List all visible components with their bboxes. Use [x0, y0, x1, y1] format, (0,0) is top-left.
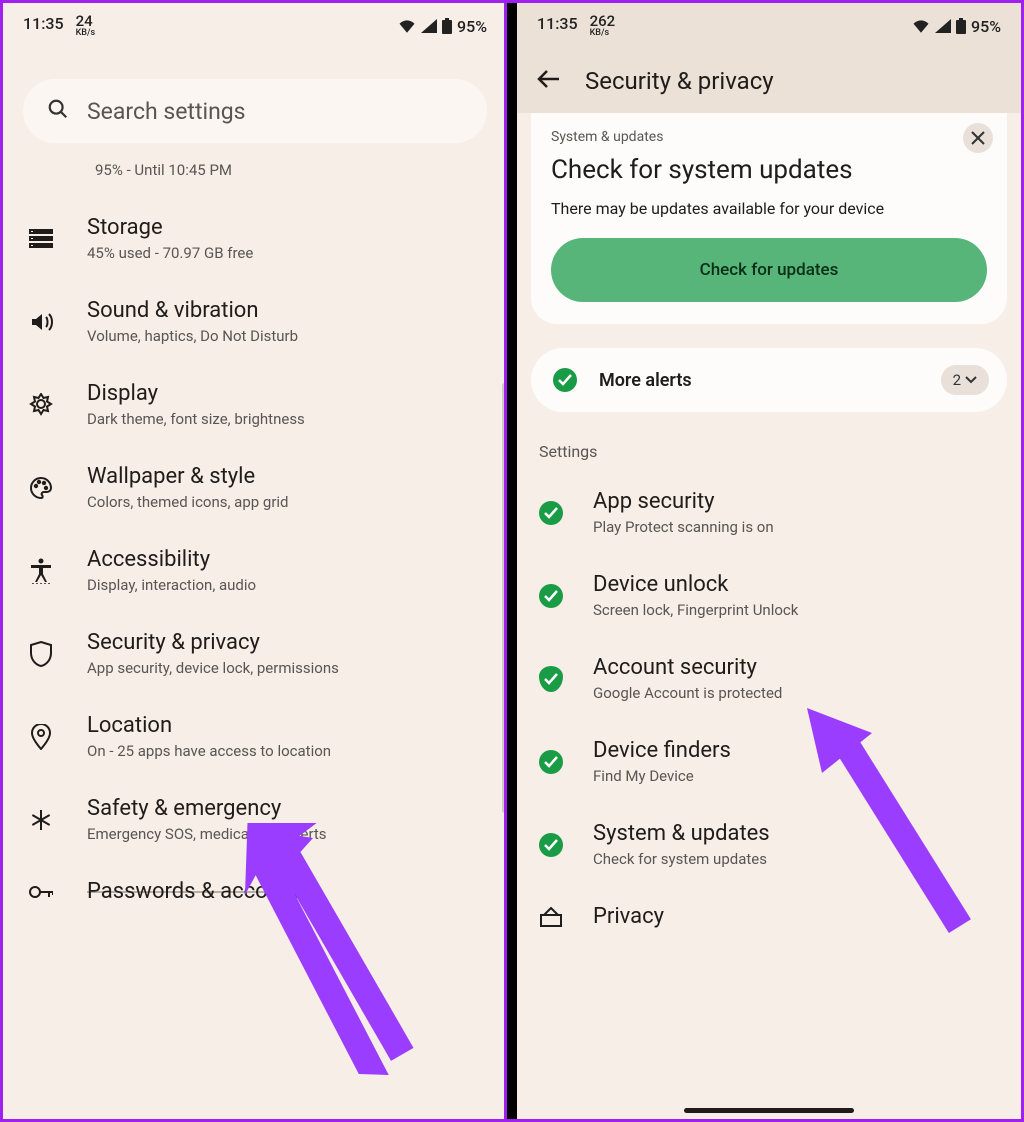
checkmark-icon — [539, 501, 563, 525]
card-headline: Check for system updates — [551, 155, 987, 185]
security-privacy-screen: 11:35 262KB/s 95% Security & privacy — [517, 3, 1021, 1119]
checkmark-icon — [539, 833, 563, 857]
signal-icon — [935, 19, 951, 33]
status-time: 11:35 — [23, 14, 64, 33]
back-button[interactable] — [537, 67, 561, 95]
checkmark-icon — [539, 584, 563, 608]
search-icon — [47, 98, 69, 124]
sec-item-device-finders[interactable]: Device findersFind My Device — [517, 720, 1021, 803]
settings-item-safety[interactable]: Safety & emergencyEmergency SOS, medical… — [3, 778, 507, 861]
checkmark-icon — [553, 368, 577, 392]
accessibility-icon — [23, 558, 59, 584]
chevron-down-icon — [965, 376, 977, 384]
status-net-speed: 24KB/s — [76, 14, 96, 38]
sec-item-app-security[interactable]: App securityPlay Protect scanning is on — [517, 471, 1021, 554]
more-alerts-row[interactable]: More alerts 2 — [531, 348, 1007, 412]
display-icon — [23, 393, 59, 417]
settings-item-passwords[interactable]: Passwords & accounts — [3, 861, 507, 904]
battery-icon — [956, 18, 966, 34]
settings-item-display[interactable]: DisplayDark theme, font size, brightness — [3, 363, 507, 446]
settings-item-location[interactable]: LocationOn - 25 apps have access to loca… — [3, 695, 507, 778]
status-battery-pct: 95% — [457, 17, 487, 36]
search-placeholder: Search settings — [87, 98, 246, 125]
sound-icon — [23, 311, 59, 333]
asterisk-icon — [23, 808, 59, 832]
card-eyebrow: System & updates — [551, 129, 987, 145]
signal-icon — [421, 19, 437, 33]
section-label: Settings — [517, 412, 1021, 471]
sec-item-device-unlock[interactable]: Device unlockScreen lock, Fingerprint Un… — [517, 554, 1021, 637]
location-icon — [23, 724, 59, 750]
palette-icon — [23, 476, 59, 500]
battery-icon — [442, 18, 452, 34]
more-alerts-label: More alerts — [599, 370, 919, 391]
storage-icon — [23, 229, 59, 249]
status-time: 11:35 — [537, 14, 578, 33]
header: Security & privacy — [517, 49, 1021, 113]
status-bar: 11:35 24KB/s 95% — [3, 3, 507, 49]
settings-main-screen: 11:35 24KB/s 95% Search settings 95% - U… — [3, 3, 507, 1119]
sec-item-privacy[interactable]: Privacy — [517, 886, 1021, 929]
status-bar: 11:35 262KB/s 95% — [517, 3, 1021, 49]
card-body: There may be updates available for your … — [551, 199, 987, 218]
privacy-icon — [539, 907, 563, 927]
page-title: Security & privacy — [585, 67, 774, 95]
shield-check-icon — [539, 666, 563, 692]
status-battery-pct: 95% — [971, 17, 1001, 36]
close-button[interactable] — [963, 123, 993, 153]
gesture-bar[interactable] — [684, 1108, 854, 1113]
system-updates-card: System & updates Check for system update… — [531, 113, 1007, 324]
screenshot-divider — [507, 3, 517, 1119]
settings-item-security-privacy[interactable]: Security & privacyApp security, device l… — [3, 612, 507, 695]
key-icon — [23, 884, 59, 900]
settings-item-storage[interactable]: Storage45% used - 70.97 GB free — [3, 197, 507, 280]
checkmark-icon — [539, 750, 563, 774]
status-net-speed: 262KB/s — [590, 14, 616, 38]
sec-item-system-updates[interactable]: System & updatesCheck for system updates — [517, 803, 1021, 886]
battery-partial-subtitle: 95% - Until 10:45 PM — [3, 153, 507, 197]
shield-icon — [23, 641, 59, 667]
wifi-icon — [398, 19, 416, 33]
settings-item-wallpaper[interactable]: Wallpaper & styleColors, themed icons, a… — [3, 446, 507, 529]
settings-item-accessibility[interactable]: AccessibilityDisplay, interaction, audio — [3, 529, 507, 612]
settings-item-sound[interactable]: Sound & vibrationVolume, haptics, Do Not… — [3, 280, 507, 363]
alerts-count-badge: 2 — [941, 365, 989, 395]
wifi-icon — [912, 19, 930, 33]
check-updates-button[interactable]: Check for updates — [551, 238, 987, 302]
search-settings[interactable]: Search settings — [23, 79, 487, 143]
sec-item-account-security[interactable]: Account securityGoogle Account is protec… — [517, 637, 1021, 720]
